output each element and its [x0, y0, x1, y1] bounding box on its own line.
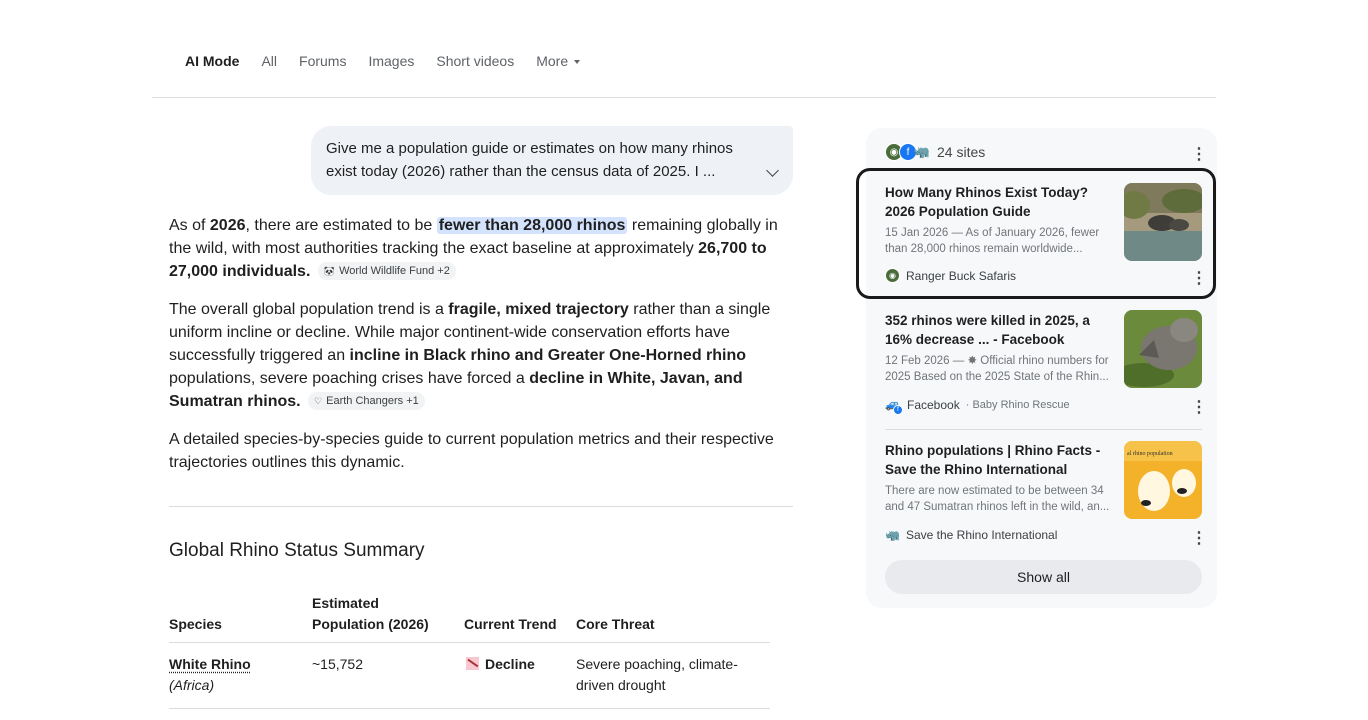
table-row: White Rhino (Africa) ~15,752 Decline Sev…: [169, 654, 770, 709]
sources-count: 24 sites: [937, 144, 986, 160]
source-snippet: There are now estimated to be between 34…: [885, 485, 1110, 513]
source-snippet: 12 Feb 2026 — ✸ Official rhino numbers f…: [885, 355, 1109, 383]
citation-label: Earth Changers +1: [326, 395, 419, 407]
user-query-bubble[interactable]: Give me a population guide or estimates …: [311, 126, 793, 195]
tab-more-label: More: [536, 53, 569, 69]
trend-down-icon: [466, 657, 479, 670]
user-query-text: Give me a population guide or estimates …: [326, 140, 733, 180]
species-region: (Africa): [169, 677, 215, 693]
citation-chip-wwf[interactable]: 🐼 World Wildlife Fund +2: [317, 262, 456, 280]
tab-short-videos[interactable]: Short videos: [436, 50, 514, 72]
card-divider: [885, 429, 1202, 430]
header-species: Species: [169, 616, 222, 632]
source-sub-label: Baby Rhino Rescue: [972, 399, 1070, 411]
population-value: ~15,752: [312, 656, 363, 672]
text: , there are estimated to be: [245, 217, 437, 234]
citation-label: World Wildlife Fund +2: [339, 265, 450, 277]
species-link[interactable]: White Rhino: [169, 656, 251, 672]
text: The overall global population trend is a: [169, 301, 449, 318]
focus-highlight: [856, 168, 1216, 299]
source-name: Save the Rhino International: [905, 528, 1058, 542]
bold-text: fragile, mixed trajectory: [448, 301, 629, 318]
citation-chip-earth-changers[interactable]: ♡ Earth Changers +1: [308, 392, 425, 410]
tab-all[interactable]: All: [261, 50, 277, 72]
header-divider: [152, 97, 1216, 98]
shield-icon: ♡: [314, 396, 323, 406]
bold-text: incline in Black rhino and Greater One-H…: [349, 347, 747, 364]
header-population: Estimated Population (2026): [312, 595, 429, 632]
threat-text: Severe poaching, climate-driven drought: [576, 656, 738, 693]
section-divider: [169, 506, 793, 507]
text: populations, severe poaching crises have…: [169, 370, 530, 387]
facebook-icon: f: [893, 405, 903, 415]
source-thumbnail: [1124, 310, 1202, 388]
tab-images[interactable]: Images: [368, 50, 414, 72]
header-threat: Core Threat: [576, 616, 655, 632]
source-title: Rhino populations | Rhino Facts - Save t…: [885, 443, 1101, 477]
header-trend: Current Trend: [464, 616, 557, 632]
source-name: Facebook: [907, 398, 960, 412]
tab-ai-mode[interactable]: AI Mode: [185, 50, 239, 72]
more-options-icon[interactable]: [1191, 536, 1195, 541]
trend-label: Decline: [485, 656, 535, 672]
table-header: Species Estimated Population (2026) Curr…: [169, 593, 770, 643]
rhino-icon: 🦏: [913, 144, 931, 159]
panda-icon: 🐼: [323, 266, 336, 276]
source-sub: · Baby Rhino Rescue: [965, 399, 1070, 411]
source-thumbnail: al rhino population: [1124, 441, 1202, 519]
answer-paragraph-3: A detailed species-by-species guide to c…: [169, 431, 774, 471]
caret-down-icon: [574, 60, 581, 65]
search-tabs: AI Mode All Forums Images Short videos M…: [185, 50, 602, 72]
bold-text: .: [305, 263, 311, 280]
tab-forums[interactable]: Forums: [299, 50, 346, 72]
source-title: 352 rhinos were killed in 2025, a 16% de…: [885, 313, 1090, 347]
more-options-icon[interactable]: [1191, 152, 1195, 157]
source-card-2[interactable]: 352 rhinos were killed in 2025, a 16% de…: [885, 310, 1202, 421]
sources-header: ◉ f 🦏 24 sites: [885, 143, 985, 161]
source-site: 🚙 f Facebook · Baby Rhino Rescue: [885, 397, 1070, 415]
answer-paragraph-1: As of 2026, there are estimated to be fe…: [169, 214, 794, 283]
expand-chevron-icon[interactable]: [766, 164, 779, 177]
bold-text: 2026: [209, 217, 246, 234]
svg-text:al rhino population: al rhino population: [1127, 451, 1173, 457]
rhino-icon: 🦏: [885, 528, 900, 542]
source-site: 🦏 Save the Rhino International: [885, 528, 1057, 542]
profile-avatar-icon: 🚙 f: [885, 397, 903, 415]
section-title: Global Rhino Status Summary: [169, 540, 425, 561]
answer-paragraph-2: The overall global population trend is a…: [169, 298, 794, 413]
text: As of: [169, 217, 210, 234]
show-all-button[interactable]: Show all: [885, 560, 1202, 594]
source-card-3[interactable]: Rhino populations | Rhino Facts - Save t…: [885, 441, 1202, 551]
more-options-icon[interactable]: [1191, 405, 1195, 410]
highlighted-text: fewer than 28,000 rhinos: [436, 217, 628, 234]
ai-answer: As of 2026, there are estimated to be fe…: [169, 214, 794, 489]
tab-more[interactable]: More: [536, 50, 581, 72]
